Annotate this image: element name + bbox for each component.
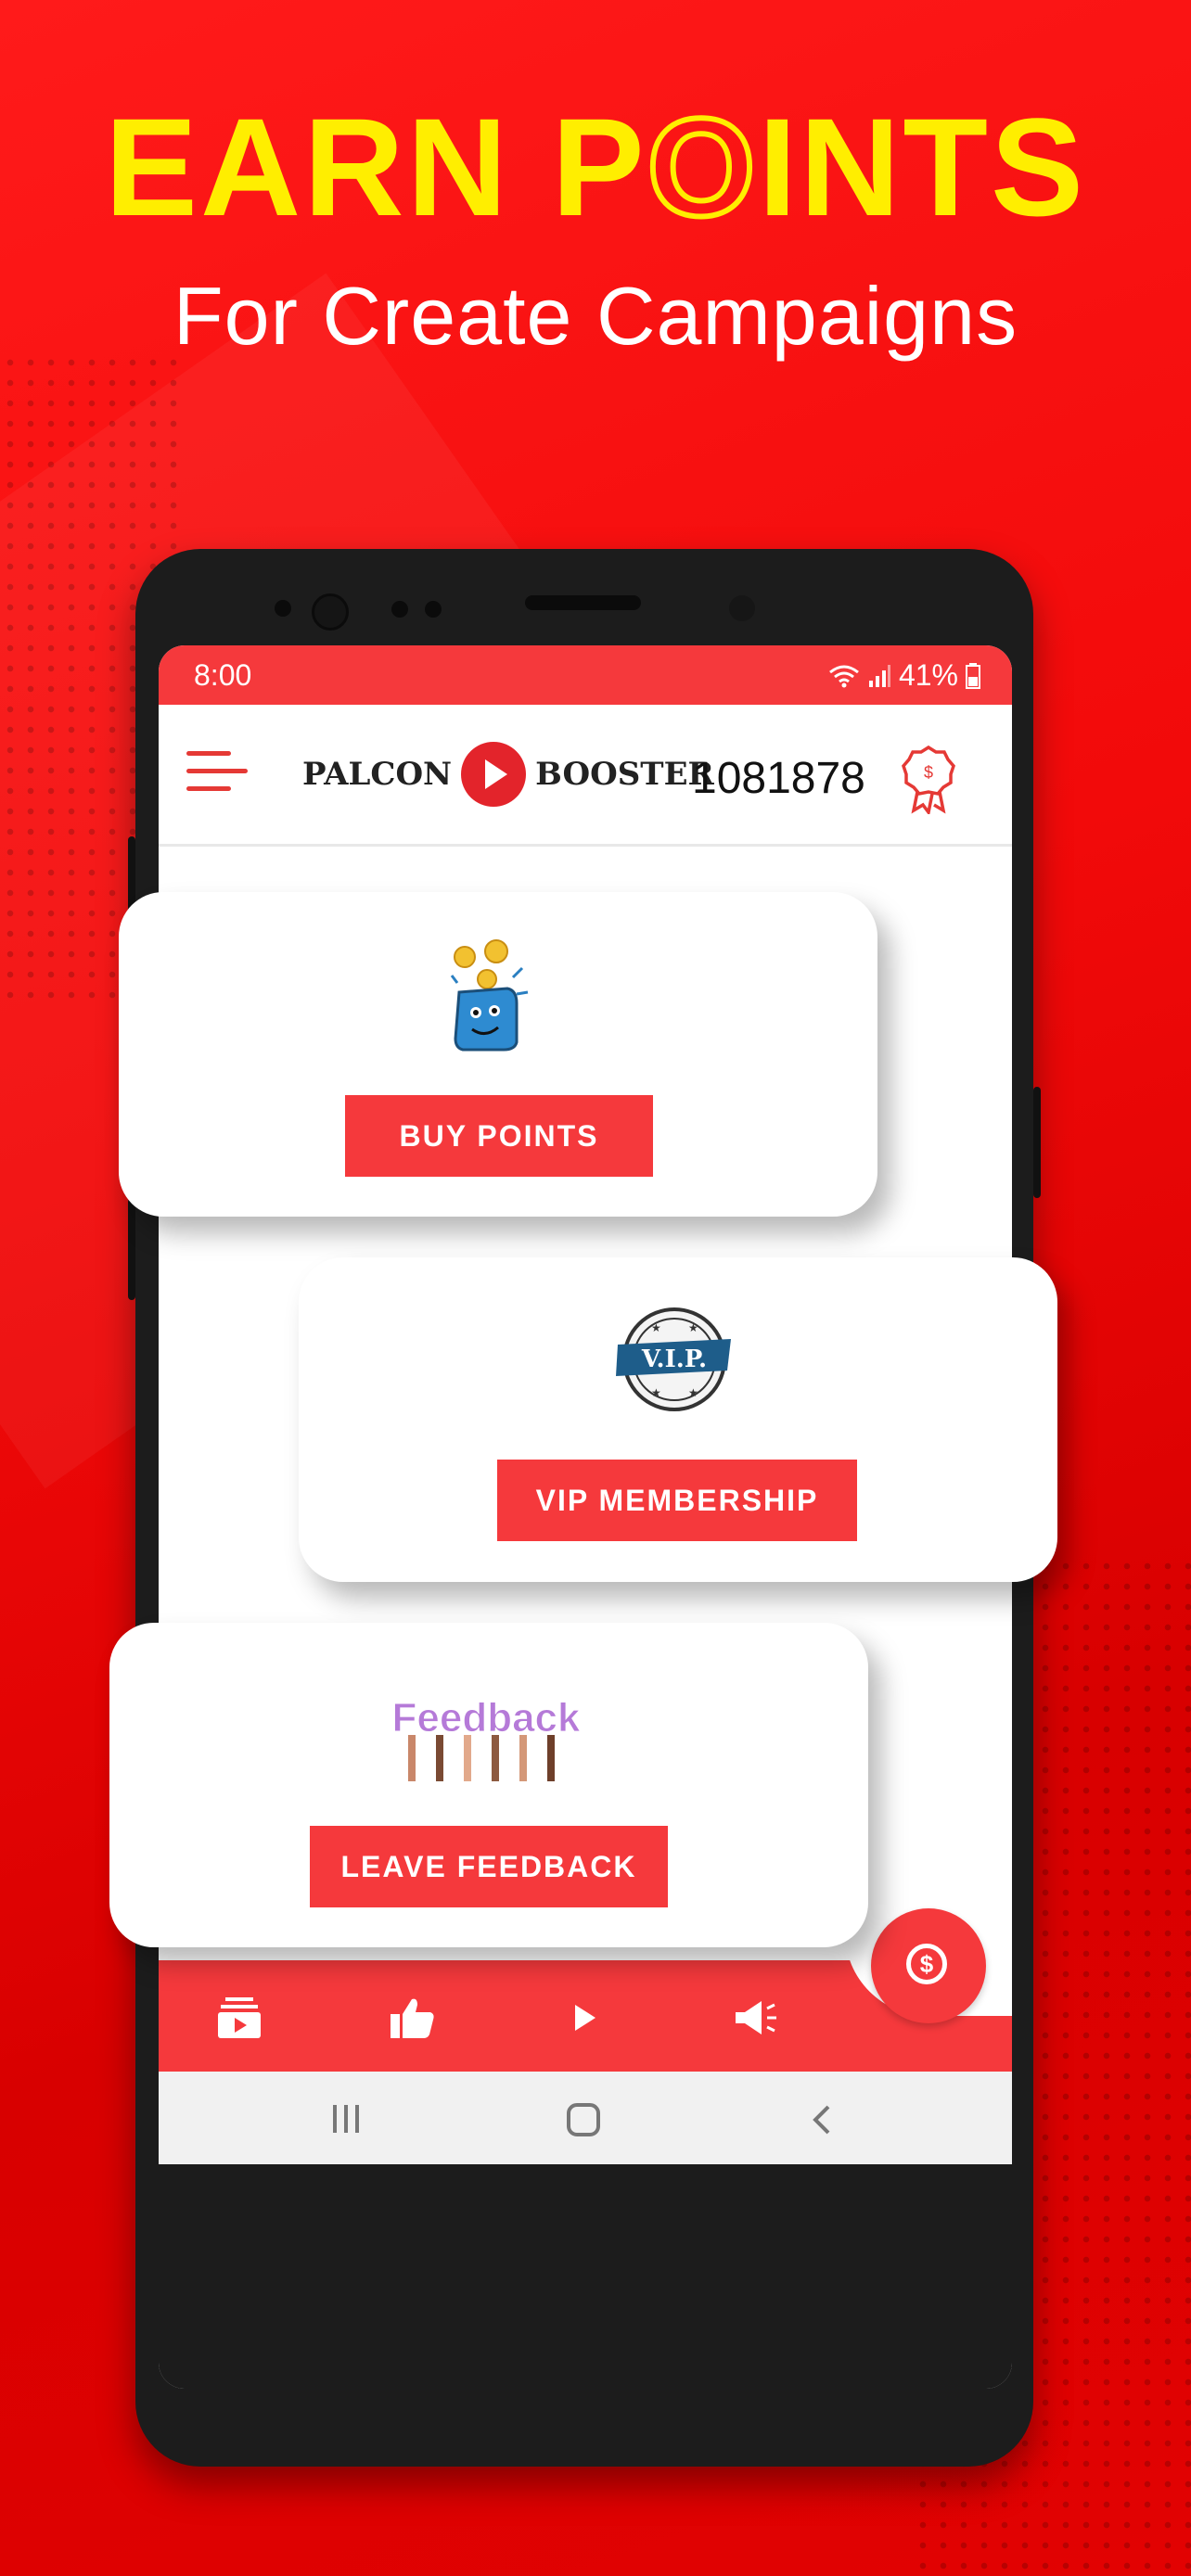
svg-text:★: ★	[651, 1321, 661, 1334]
phone-sensor	[391, 601, 408, 618]
buy-points-button[interactable]: BUY POINTS	[345, 1095, 653, 1177]
feedback-sign-icon: Feedback	[391, 1695, 582, 1781]
phone-side-button	[128, 1198, 135, 1300]
hamburger-menu-icon[interactable]	[186, 751, 251, 797]
signal-icon	[868, 664, 890, 687]
promo-subheadline: For Create Campaigns	[173, 270, 1018, 362]
wifi-icon	[829, 665, 859, 687]
phone-side-button	[1033, 1087, 1041, 1198]
video-stack-icon[interactable]	[216, 1997, 263, 2038]
coin-icon: $	[906, 1944, 947, 1984]
phone-speaker	[525, 595, 641, 610]
app-bar: PALCON BOOSTER 1081878 $	[159, 705, 1012, 847]
system-navigation-bar	[159, 2072, 1012, 2164]
vip-seal-icon: V.I.P. ★ ★ ★ ★	[616, 1307, 731, 1411]
reward-badge-icon[interactable]: $	[901, 744, 956, 814]
recent-apps-icon[interactable]	[327, 2103, 365, 2135]
vip-membership-card[interactable]: V.I.P. ★ ★ ★ ★ VIP MEMBERSHIP	[299, 1257, 1057, 1582]
svg-text:$: $	[924, 763, 933, 782]
status-bar: 8:00 41%	[159, 645, 1012, 705]
phone-sensor	[425, 601, 442, 618]
battery-percent: 41%	[898, 658, 958, 692]
megaphone-icon[interactable]	[732, 1997, 778, 2038]
status-right: 41%	[828, 658, 980, 693]
play-icon[interactable]	[560, 1997, 607, 2038]
battery-icon	[966, 662, 980, 689]
svg-text:★: ★	[688, 1386, 698, 1399]
phone-chin	[159, 2164, 1012, 2389]
home-icon[interactable]	[565, 2103, 602, 2136]
promo-headline: EARN POINTS	[0, 89, 1191, 245]
app-logo: PALCON BOOSTER	[302, 742, 714, 807]
headline-part-2: INTS	[758, 89, 1087, 245]
svg-text:★: ★	[651, 1386, 661, 1399]
phone-sensor	[275, 600, 291, 617]
status-time: 8:00	[194, 658, 252, 692]
svg-text:★: ★	[688, 1321, 698, 1334]
feedback-sign-text: Feedback	[392, 1695, 582, 1741]
points-piggy-icon	[450, 939, 529, 1052]
headline-part-1: EARN P	[104, 89, 647, 245]
leave-feedback-button[interactable]: LEAVE FEEDBACK	[310, 1826, 668, 1907]
logo-text-right: BOOSTER	[535, 756, 714, 793]
logo-text-left: PALCON	[302, 756, 453, 793]
logo-play-icon	[461, 742, 527, 807]
headline-ring-letter: O	[645, 89, 759, 245]
vip-membership-button[interactable]: VIP MEMBERSHIP	[497, 1460, 857, 1541]
buy-points-card[interactable]: BUY POINTS	[119, 892, 877, 1217]
thumbs-up-icon[interactable]	[389, 1997, 435, 2038]
back-icon[interactable]	[808, 2103, 836, 2136]
phone-sensor	[729, 595, 755, 621]
leave-feedback-card[interactable]: Feedback LEAVE FEEDBACK	[109, 1623, 868, 1947]
phone-camera	[312, 593, 349, 631]
fab-coin-button[interactable]: $	[871, 1908, 986, 2023]
points-balance: 1081878	[692, 754, 865, 803]
vip-seal-text: V.I.P.	[641, 1345, 707, 1373]
